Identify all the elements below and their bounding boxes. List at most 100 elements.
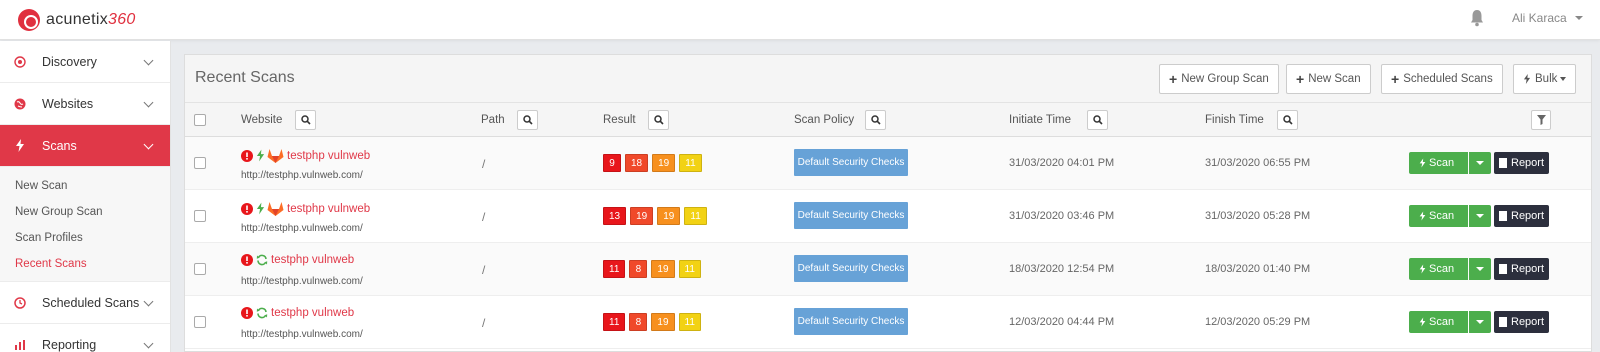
result-badges: 11 8 19 11 [603,260,705,278]
document-icon [1499,264,1507,274]
sidebar-item-label: Websites [42,96,94,111]
column-finish-time: Finish Time [1205,114,1264,126]
low-count-badge[interactable]: 11 [679,154,702,172]
finish-time-value: 18/03/2020 01:40 PM [1205,263,1311,275]
scan-options-dropdown[interactable] [1469,205,1491,227]
select-all-checkbox[interactable] [194,114,206,126]
medium-count-badge[interactable]: 19 [651,260,675,278]
medium-count-badge[interactable]: 19 [657,207,681,225]
report-button[interactable]: Report [1494,258,1549,280]
medium-count-badge[interactable]: 19 [651,313,675,331]
caret-down-icon [1476,161,1484,165]
result-search-button[interactable] [648,110,669,130]
submenu-item-new-group-scan[interactable]: New Group Scan [0,199,170,225]
low-count-badge[interactable]: 11 [678,313,701,331]
alert-icon [241,202,253,215]
report-button[interactable]: Report [1494,205,1549,227]
low-count-badge[interactable]: 11 [678,260,701,278]
result-badges: 13 19 19 11 [603,207,711,225]
website-name-link[interactable]: testphp vulnweb [271,307,354,319]
website-url: http://testphp.vulnweb.com/ [241,276,363,287]
website-name-link[interactable]: testphp vulnweb [271,254,354,266]
sidebar-item-scheduled-scans[interactable]: Scheduled Scans [0,282,170,324]
sidebar-item-label: Reporting [42,337,97,352]
document-icon [1499,317,1507,327]
result-badges: 9 18 19 11 [603,154,706,172]
caret-down-icon [1560,77,1567,81]
report-button[interactable]: Report [1494,311,1549,333]
gitlab-icon [267,149,284,163]
scans-table-body: testphp vulnweb http://testphp.vulnweb.c… [185,137,1591,349]
table-header: Website Path Result Scan Policy Initiate… [185,103,1591,137]
scans-submenu: New Scan New Group Scan Scan Profiles Re… [0,167,170,282]
document-icon [1499,211,1507,221]
caret-down-icon [1476,214,1484,218]
user-menu[interactable]: Ali Karaca [1512,11,1583,25]
scan-policy-button[interactable]: Default Security Checks [794,308,908,335]
high-count-badge[interactable]: 8 [629,313,648,331]
critical-count-badge[interactable]: 9 [603,154,621,172]
scan-button[interactable]: Scan [1409,311,1468,333]
initiate-time-search-button[interactable] [1087,110,1108,130]
sidebar-item-label: Discovery [42,54,97,69]
row-checkbox[interactable] [194,210,206,222]
column-initiate-time: Initiate Time [1009,114,1071,126]
search-icon [1282,115,1293,125]
report-button[interactable]: Report [1494,152,1549,174]
website-name-link[interactable]: testphp vulnweb [287,150,370,162]
bulk-button[interactable]: Bulk [1513,64,1577,94]
submenu-item-new-scan[interactable]: New Scan [0,173,170,199]
recent-scans-panel: Recent Scans + New Group Scan + New Scan… [184,54,1592,352]
lightning-icon [1523,74,1531,84]
clock-icon [14,296,26,309]
path-search-button[interactable] [517,110,538,130]
scan-button[interactable]: Scan [1409,152,1468,174]
finish-time-search-button[interactable] [1277,110,1298,130]
filter-icon [1536,115,1546,125]
scan-button[interactable]: Scan [1409,258,1468,280]
logo[interactable]: acunetix360 [18,9,136,31]
chevron-down-icon [143,338,154,349]
high-count-badge[interactable]: 18 [625,154,649,172]
scan-policy-search-button[interactable] [865,110,886,130]
scan-button[interactable]: Scan [1409,205,1468,227]
new-scan-button[interactable]: + New Scan [1286,64,1371,94]
submenu-item-scan-profiles[interactable]: Scan Profiles [0,225,170,251]
scan-options-dropdown[interactable] [1469,311,1491,333]
search-icon [653,115,664,125]
column-path: Path [481,114,505,126]
row-checkbox[interactable] [194,316,206,328]
acunetix-logo-icon [18,9,40,31]
filter-button[interactable] [1531,110,1551,130]
scan-policy-button[interactable]: Default Security Checks [794,202,908,229]
bell-icon[interactable] [1470,9,1484,27]
submenu-item-recent-scans[interactable]: Recent Scans [0,251,170,277]
row-checkbox[interactable] [194,157,206,169]
medium-count-badge[interactable]: 19 [652,154,676,172]
critical-count-badge[interactable]: 11 [603,313,626,331]
critical-count-badge[interactable]: 11 [603,260,626,278]
new-group-scan-button[interactable]: + New Group Scan [1159,64,1279,94]
scan-policy-button[interactable]: Default Security Checks [794,255,908,282]
scan-options-dropdown[interactable] [1469,152,1491,174]
column-website: Website [241,114,283,126]
high-count-badge[interactable]: 19 [630,207,654,225]
alert-icon [241,149,253,162]
sidebar-item-websites[interactable]: Websites [0,83,170,125]
lightning-icon [1419,211,1426,221]
website-name-link[interactable]: testphp vulnweb [287,203,370,215]
sidebar-item-scans[interactable]: Scans [0,125,170,167]
scan-policy-button[interactable]: Default Security Checks [794,149,908,176]
website-search-button[interactable] [295,110,316,130]
critical-count-badge[interactable]: 13 [603,207,627,225]
sidebar-item-reporting[interactable]: Reporting [0,324,170,352]
scheduled-scans-button[interactable]: + Scheduled Scans [1381,64,1503,94]
low-count-badge[interactable]: 11 [684,207,707,225]
user-name: Ali Karaca [1512,11,1567,25]
row-checkbox[interactable] [194,263,206,275]
sidebar-item-discovery[interactable]: Discovery [0,41,170,83]
column-result: Result [603,114,636,126]
high-count-badge[interactable]: 8 [629,260,648,278]
scan-options-dropdown[interactable] [1469,258,1491,280]
chevron-down-icon [143,296,154,307]
